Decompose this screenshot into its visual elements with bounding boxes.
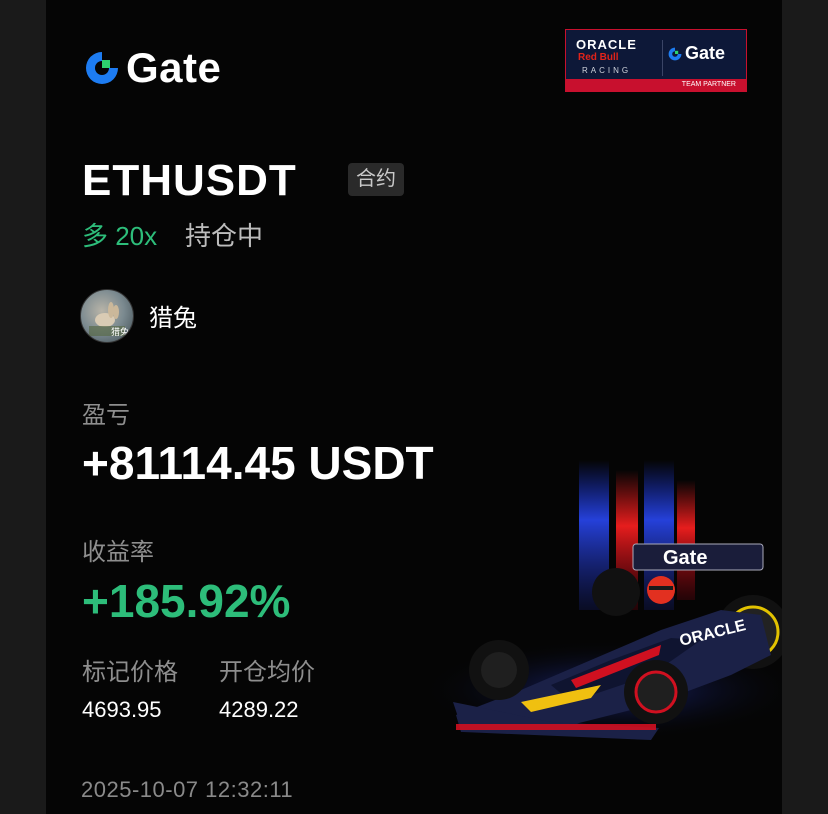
pnl-label: 盈亏 xyxy=(82,402,130,429)
position-side-leverage: 多 20x xyxy=(82,221,158,251)
badge-divider xyxy=(662,40,663,76)
oracle-text: ORACLE xyxy=(576,37,637,52)
avatar-label: 猎兔 xyxy=(110,327,129,337)
timestamp: 2025-10-07 12:32:11 xyxy=(81,777,294,802)
gate-logo: Gate xyxy=(82,44,221,92)
contract-type-tag: 合约 xyxy=(348,163,404,196)
username: 猎兔 xyxy=(149,305,197,332)
team-partner-bar: TEAM PARTNER xyxy=(566,79,746,91)
f1-car-image: Gate ORACLE xyxy=(421,460,782,740)
redbull-text: Red Bull xyxy=(578,52,619,63)
partner-gate-text: Gate xyxy=(685,43,726,63)
roi-value: +185.92% xyxy=(82,575,291,627)
position-status: 持仓中 xyxy=(185,221,264,251)
team-partner-badge: ORACLE Red Bull RACING Gate TEAM PARTNER xyxy=(565,29,747,92)
avatar: 猎兔 xyxy=(80,289,134,343)
mark-price-value: 4693.95 xyxy=(82,697,162,722)
gate-logo-icon xyxy=(668,47,682,60)
mark-price-label: 标记价格 xyxy=(82,659,178,686)
gate-logo-icon xyxy=(86,52,118,84)
contract-symbol: ETHUSDT xyxy=(82,156,297,205)
partner-gate-logo: Gate xyxy=(667,43,725,64)
roi-label: 收益率 xyxy=(82,539,154,566)
entry-price-value: 4289.22 xyxy=(219,697,299,722)
entry-price-label: 开仓均价 xyxy=(219,659,315,686)
racing-text: RACING xyxy=(582,66,632,75)
car-livery-text: Gate xyxy=(663,547,707,569)
pnl-value: +81114.45 USDT xyxy=(82,437,434,489)
gate-logo-text: Gate xyxy=(126,44,222,91)
share-card: Gate ORACLE Red Bull RACING Gate TEAM PA… xyxy=(46,0,782,814)
